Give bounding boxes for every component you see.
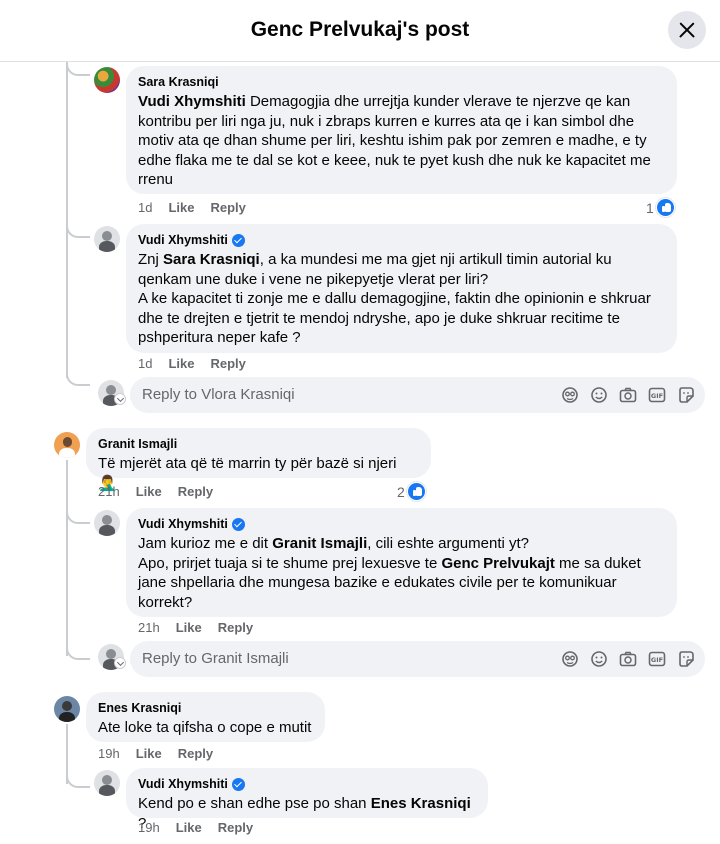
comment-author[interactable]: Vudi Xhymshiti: [138, 232, 228, 248]
comment-body: Kend po e shan edhe pse po shan: [138, 795, 371, 812]
comment-actions: 21h Like Reply: [138, 620, 253, 635]
composer-tools: GIF: [561, 386, 695, 404]
comment-author[interactable]: Sara Krasniqi: [138, 74, 665, 90]
reply-button[interactable]: Reply: [210, 356, 245, 371]
reply-placeholder: Reply to Granit Ismajli: [142, 650, 289, 667]
avatar[interactable]: [94, 226, 120, 252]
thread-connector: [66, 214, 90, 238]
verified-badge-icon: [231, 517, 245, 531]
comment-time[interactable]: 1d: [138, 200, 152, 215]
sticker-icon[interactable]: [677, 386, 695, 404]
svg-text:GIF: GIF: [651, 392, 663, 400]
comment-author[interactable]: Granit Ismajli: [98, 436, 419, 452]
comment-actions: 21h Like Reply: [98, 484, 213, 499]
like-reaction-icon: [655, 198, 675, 217]
page-title: Genc Prelvukaj's post: [250, 18, 470, 41]
avatar-sticker-icon[interactable]: [561, 650, 579, 668]
reply-button[interactable]: Reply: [218, 820, 253, 835]
comment-bubble: Vudi Xhymshiti Kend po e shan edhe pse p…: [126, 768, 488, 832]
avatar[interactable]: [54, 696, 80, 722]
comment-text: Znj Sara Krasniqi, a ka mundesi me ma gj…: [138, 250, 665, 348]
reaction-count[interactable]: 1: [646, 198, 675, 217]
thread-connector: [66, 62, 90, 76]
reply-input[interactable]: Reply to Granit Ismajli GIF: [130, 641, 705, 677]
reaction-count[interactable]: 2: [397, 482, 426, 501]
reply-button[interactable]: Reply: [210, 200, 245, 215]
avatar[interactable]: [94, 67, 120, 93]
thread-connector: [66, 362, 90, 386]
comment-time[interactable]: 21h: [98, 484, 120, 499]
comment-time[interactable]: 19h: [138, 820, 160, 835]
comment-body: Jam kurioz me e dit: [138, 535, 273, 552]
verified-badge-icon: [231, 777, 245, 791]
reaction-number: 2: [397, 483, 405, 500]
comment-bubble: Vudi Xhymshiti Znj Sara Krasniqi, a ka m…: [126, 224, 677, 353]
emoji-icon[interactable]: [590, 650, 608, 668]
comment-author-row: Vudi Xhymshiti: [138, 232, 665, 248]
comment-actions: 19h Like Reply: [138, 820, 253, 835]
chevron-down-icon[interactable]: [114, 393, 126, 405]
camera-icon[interactable]: [619, 650, 637, 668]
mention-link[interactable]: Enes Krasniqi: [371, 795, 471, 812]
comment-body: , cili eshte argumenti yt?: [367, 535, 530, 552]
comment-bubble: Enes Krasniqi Ate loke ta qifsha o cope …: [86, 692, 325, 742]
reply-button[interactable]: Reply: [178, 484, 213, 499]
thread-line: [66, 460, 68, 656]
comment-time[interactable]: 21h: [138, 620, 160, 635]
comment-time[interactable]: 19h: [98, 746, 120, 761]
mention-link[interactable]: Granit Ismajli: [272, 535, 367, 552]
sticker-icon[interactable]: [677, 650, 695, 668]
thread-connector: [66, 764, 90, 788]
comment-text: Ate loke ta qifsha o cope e mutit: [98, 719, 312, 736]
svg-text:GIF: GIF: [651, 656, 663, 664]
reply-input[interactable]: Reply to Vlora Krasniqi GIF: [130, 377, 705, 413]
reply-placeholder: Reply to Vlora Krasniqi: [142, 386, 295, 403]
comment-time[interactable]: 1d: [138, 356, 152, 371]
composer-tools: GIF: [561, 650, 695, 668]
comment-actions: 19h Like Reply: [98, 746, 213, 761]
comment-actions: 1d Like Reply: [138, 200, 246, 215]
like-button[interactable]: Like: [176, 620, 202, 635]
comment-author[interactable]: Enes Krasniqi: [98, 700, 313, 716]
reaction-number: 1: [646, 199, 654, 216]
mention-link[interactable]: Genc Prelvukajt: [442, 555, 555, 572]
comment-author-row: Vudi Xhymshiti: [138, 776, 476, 792]
gif-icon[interactable]: GIF: [648, 386, 666, 404]
comment-bubble: Sara Krasniqi Vudi Xhymshiti Demagogjia …: [126, 66, 677, 194]
mention-link[interactable]: Vudi Xhymshiti: [138, 93, 246, 110]
avatar-sticker-icon[interactable]: [561, 386, 579, 404]
camera-icon[interactable]: [619, 386, 637, 404]
chevron-down-icon[interactable]: [114, 657, 126, 669]
close-button[interactable]: [668, 11, 706, 49]
comment-bubble: Granit Ismajli Të mjerët ata që të marri…: [86, 428, 431, 492]
reply-button[interactable]: Reply: [218, 620, 253, 635]
verified-badge-icon: [231, 233, 245, 247]
post-header: Genc Prelvukaj's post: [0, 0, 720, 62]
comment-author[interactable]: Vudi Xhymshiti: [138, 516, 228, 532]
emoji-icon[interactable]: [590, 386, 608, 404]
avatar[interactable]: [94, 770, 120, 796]
reply-button[interactable]: Reply: [178, 746, 213, 761]
gif-icon[interactable]: GIF: [648, 650, 666, 668]
like-button[interactable]: Like: [168, 356, 194, 371]
mention-link[interactable]: Sara Krasniqi: [163, 251, 260, 268]
comment-body: Znj: [138, 251, 164, 268]
like-button[interactable]: Like: [176, 820, 202, 835]
comment-author[interactable]: Vudi Xhymshiti: [138, 776, 228, 792]
comment-author-row: Vudi Xhymshiti: [138, 516, 665, 532]
thread-connector: [66, 500, 90, 524]
like-reaction-icon: [406, 482, 426, 501]
comment-text: Vudi Xhymshiti Demagogjia dhe urrejtja k…: [138, 92, 665, 190]
comment-bubble: Vudi Xhymshiti Jam kurioz me e dit Grani…: [126, 508, 677, 617]
avatar[interactable]: [94, 510, 120, 536]
like-button[interactable]: Like: [136, 746, 162, 761]
avatar[interactable]: [54, 432, 80, 458]
like-button[interactable]: Like: [136, 484, 162, 499]
comment-body: Apo, prirjet tuaja si te shume prej lexu…: [138, 554, 442, 572]
comment-body: A ke kapacitet ti zonje me e dallu demag…: [138, 290, 651, 346]
like-button[interactable]: Like: [168, 200, 194, 215]
thread-connector: [66, 636, 90, 660]
comment-text: Jam kurioz me e dit Granit Ismajli, cili…: [138, 534, 665, 612]
comment-actions: 1d Like Reply: [138, 356, 246, 371]
